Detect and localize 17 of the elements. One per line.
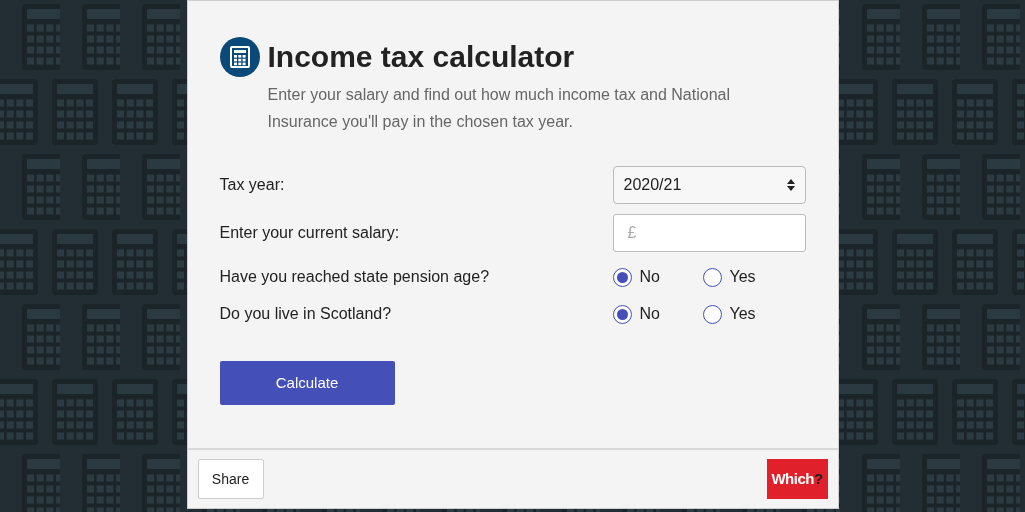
question-label: Do you live in Scotland? xyxy=(219,304,392,324)
tax-year-select[interactable]: 2020/21 xyxy=(612,166,806,204)
description: Enter your salary and find out how much income tax and National Insurance you'll pay in the chosen tax year. xyxy=(267,85,731,132)
radio-option[interactable]: No xyxy=(612,265,703,289)
radio-option[interactable]: Yes xyxy=(702,302,793,326)
calculator-icon xyxy=(219,37,260,77)
salary-input[interactable]: £ xyxy=(612,214,806,252)
field-label: Tax year: xyxy=(219,175,285,195)
updown-icon xyxy=(786,178,795,192)
radio-option[interactable]: No xyxy=(612,302,703,326)
which-logo: Which? xyxy=(766,459,828,499)
question-label: Have you reached state pension age? xyxy=(219,267,490,287)
field-label: Enter your current salary: xyxy=(219,223,400,243)
share-button[interactable]: Share xyxy=(197,459,264,499)
radio-option[interactable]: Yes xyxy=(702,265,793,289)
page-title: Income tax calculator xyxy=(267,39,576,75)
calculate-button[interactable]: Calculate xyxy=(219,361,395,405)
